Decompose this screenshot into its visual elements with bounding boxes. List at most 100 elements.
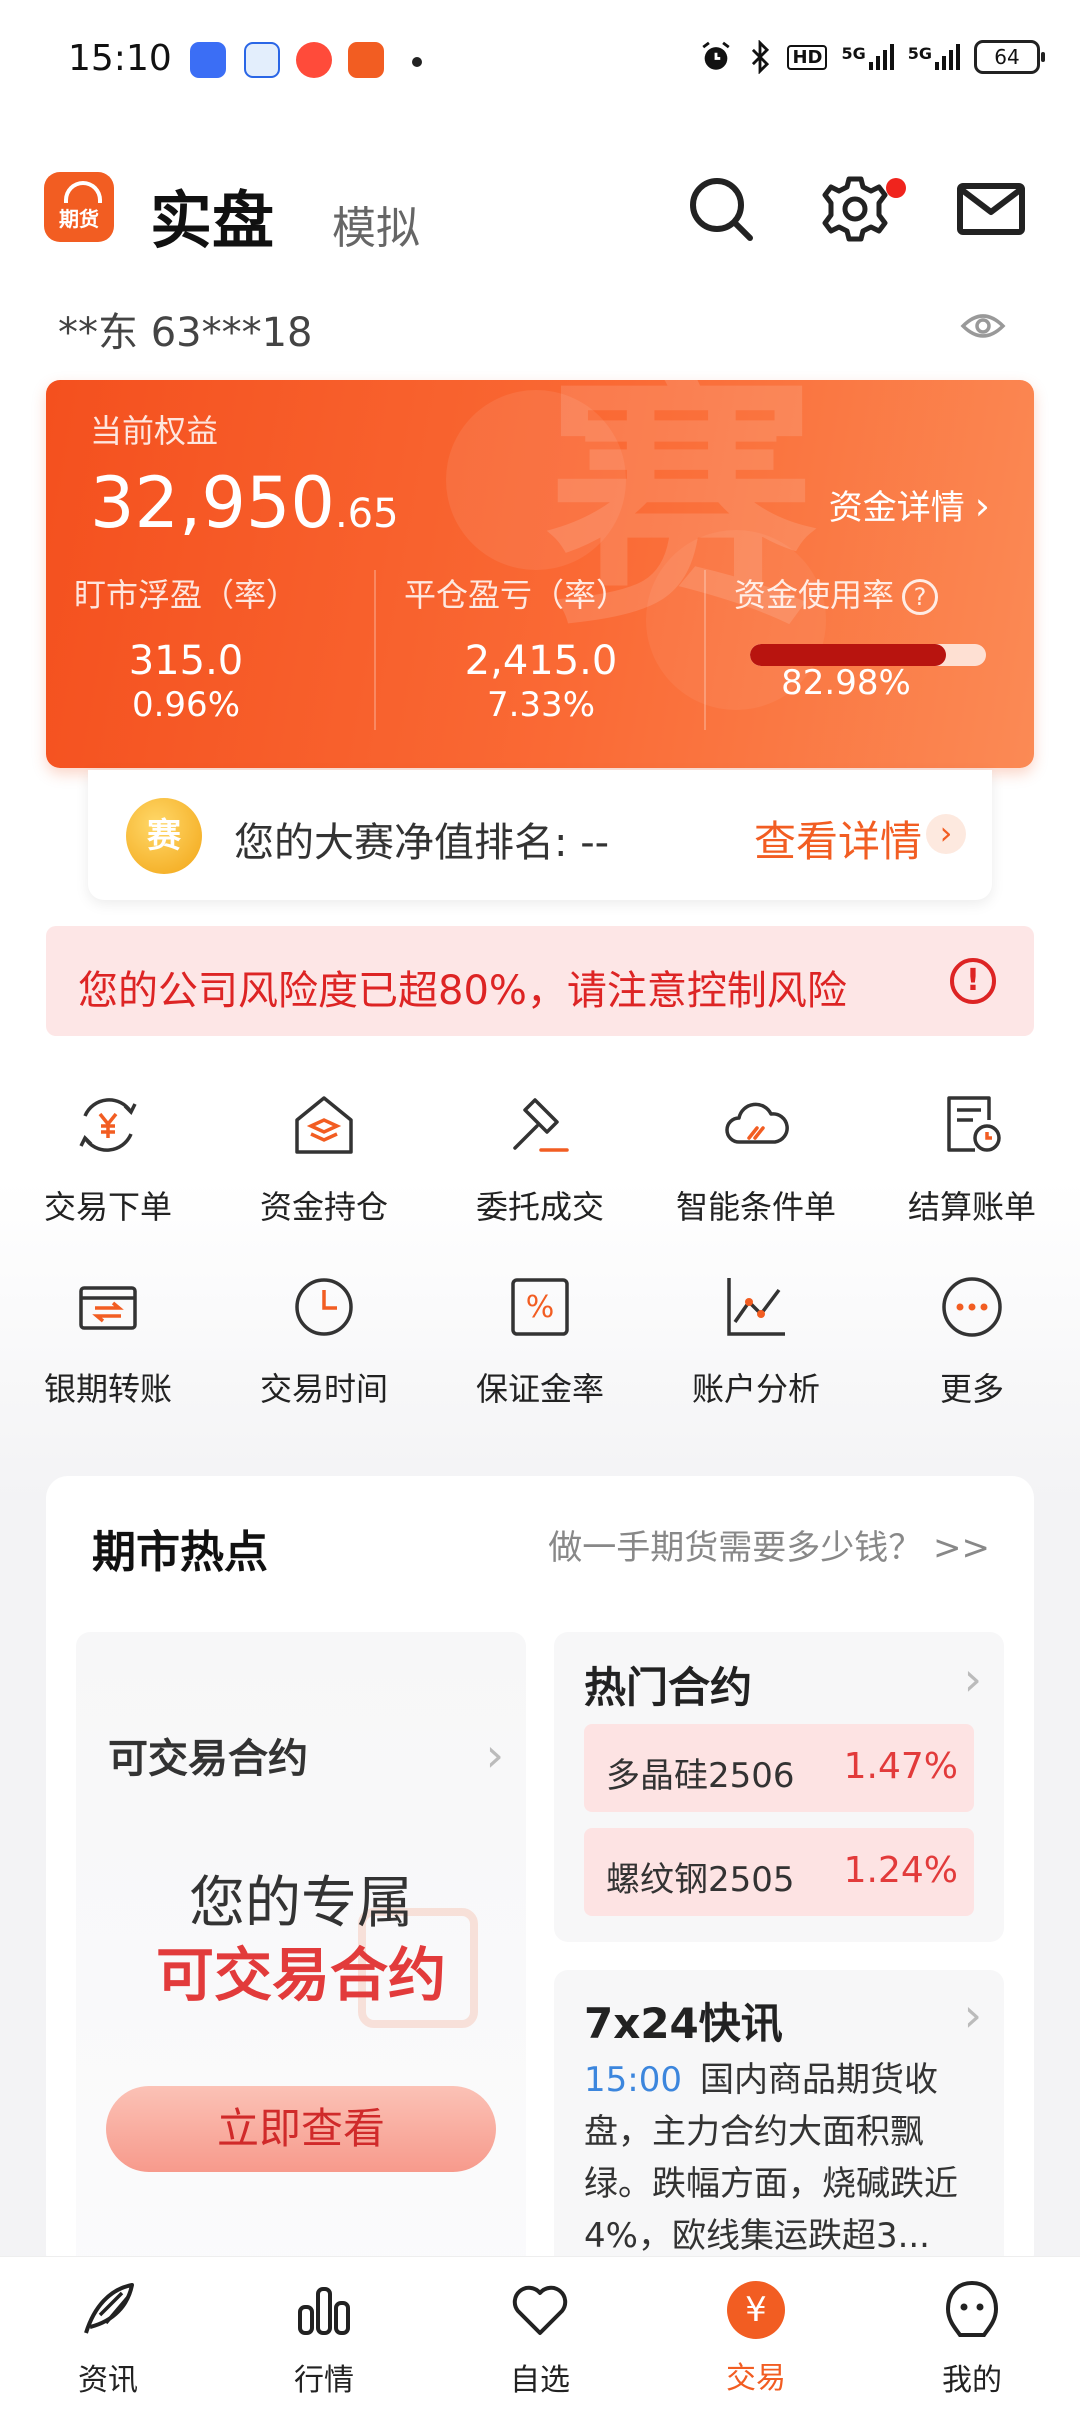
faq-link[interactable]: 做一手期货需要多少钱？ >> xyxy=(548,1520,990,1569)
grid-label: 账户分析 xyxy=(691,1370,820,1408)
signal-icon: 5G xyxy=(841,44,894,70)
gear-icon[interactable] xyxy=(818,172,892,246)
grid-label: 银期转账 xyxy=(43,1370,172,1408)
bar-chart-icon xyxy=(298,2287,350,2335)
svg-text:%: % xyxy=(526,1290,555,1325)
chevron-right-icon[interactable]: › xyxy=(964,1652,982,1706)
contract-change: 1.24% xyxy=(843,1850,958,1891)
bluetooth-icon xyxy=(752,40,770,74)
hot-contracts-title: 热门合约 xyxy=(584,1663,753,1712)
tradable-contracts-card[interactable]: 可交易合约 › 您的专属 可交易合约 立即查看 xyxy=(76,1632,526,2332)
grid-item-orders-trades[interactable]: 委托成交 xyxy=(432,1090,648,1228)
tradable-highlight: 可交易合约 xyxy=(155,1941,446,2009)
nav-label: 交易 xyxy=(726,2361,786,2396)
hd-label: HD xyxy=(787,44,828,70)
app-notification-icon xyxy=(348,42,384,78)
grid-item-more[interactable]: 更多 xyxy=(864,1272,1080,1410)
feather-icon xyxy=(84,2283,134,2334)
battery-icon: 64 xyxy=(974,40,1045,74)
section-title: 期市热点 xyxy=(92,1527,268,1578)
risk-warning: 您的公司风险度已超80%，请注意控制风险 ! xyxy=(46,926,1034,1036)
bottom-nav: 资讯 行情 自选 ¥ 交易 我的 xyxy=(0,2256,1080,2412)
app-logo: 期货 xyxy=(44,172,114,242)
help-icon[interactable]: ? xyxy=(902,579,939,615)
nav-news[interactable]: 资讯 xyxy=(0,2277,216,2399)
app-notification-icon xyxy=(296,42,332,78)
house-stack-icon xyxy=(295,1096,353,1154)
grid-item-account-analysis[interactable]: 账户分析 xyxy=(648,1272,864,1410)
search-icon[interactable] xyxy=(684,172,758,246)
cloud-icon xyxy=(725,1102,789,1144)
grid-item-smart-conditional[interactable]: 智能条件单 xyxy=(648,1090,864,1228)
fund-detail-link[interactable]: 资金详情 xyxy=(829,480,990,529)
news-title: 7x24快讯 xyxy=(584,1999,783,2048)
view-now-button[interactable]: 立即查看 xyxy=(106,2086,496,2172)
close-pnl-label: 平仓盈亏（率） xyxy=(404,576,629,614)
view-details-link[interactable]: 查看详情 xyxy=(754,808,922,869)
market-hot-section: 期市热点 做一手期货需要多少钱？ >> 可交易合约 › 您的专属 可交易合约 立… xyxy=(46,1476,1034,2332)
nav-mine[interactable]: 我的 xyxy=(864,2277,1080,2399)
yen-circle-icon: ¥ xyxy=(727,2281,785,2339)
grid-item-funds-positions[interactable]: 资金持仓 xyxy=(216,1090,432,1228)
grid-item-bank-transfer[interactable]: 银期转账 xyxy=(0,1272,216,1410)
grid-label: 交易时间 xyxy=(259,1370,388,1408)
grid-label: 委托成交 xyxy=(475,1188,604,1226)
nav-watchlist[interactable]: 自选 xyxy=(432,2277,648,2399)
floating-pnl: 盯市浮盈（率） 315.0 0.96% xyxy=(46,570,376,726)
contract-name: 螺纹钢2505 xyxy=(606,1860,795,1900)
grid-item-trading-hours[interactable]: 交易时间 xyxy=(216,1272,432,1410)
tab-real[interactable]: 实盘 xyxy=(150,170,274,260)
gavel-icon xyxy=(513,1098,569,1152)
more-icon xyxy=(942,1277,1002,1337)
grid-label: 智能条件单 xyxy=(675,1188,836,1226)
ranking-card[interactable]: 赛 您的大赛净值排名: -- 查看详情 › xyxy=(88,770,992,900)
clock-icon xyxy=(295,1278,353,1336)
floating-pnl-value: 315.0 xyxy=(128,638,244,684)
status-bar: 15:10 HD 5G 5G 64 xyxy=(0,0,1080,120)
heart-icon xyxy=(512,2285,568,2335)
contest-badge-icon: 赛 xyxy=(126,798,202,874)
grid-label: 结算账单 xyxy=(907,1188,1036,1226)
status-time: 15:10 xyxy=(68,38,172,79)
network-5g-label: 5G xyxy=(907,44,932,63)
notification-dot xyxy=(886,178,906,198)
card-transfer-icon xyxy=(79,1286,137,1330)
equity-card: 赛 当前权益 32,950.65 资金详情 盯市浮盈（率） 315.0 0.96… xyxy=(46,380,1034,768)
fund-usage-rate: 82.98% xyxy=(781,663,911,703)
fund-usage-bar xyxy=(750,644,986,666)
grid-label: 资金持仓 xyxy=(259,1188,388,1226)
news-body: 15:00 国内商品期货收盘，主力合约大面积飘绿。跌幅方面，烧碱跌近4%，欧线集运… xyxy=(584,2054,984,2262)
news-card[interactable]: 7x24快讯 › 15:00 国内商品期货收盘，主力合约大面积飘绿。跌幅方面，烧碱… xyxy=(554,1970,1004,2290)
chevron-right-icon[interactable]: › xyxy=(486,1728,504,1782)
chevron-right-icon[interactable]: › xyxy=(926,814,966,854)
tab-simulated[interactable]: 模拟 xyxy=(332,192,420,256)
network-5g-label: 5G xyxy=(841,44,866,63)
tradable-subtitle: 您的专属 xyxy=(189,1871,413,1936)
nav-trade[interactable]: ¥ 交易 xyxy=(648,2277,864,2397)
grid-item-settlement-bill[interactable]: 结算账单 xyxy=(864,1090,1080,1228)
contract-row[interactable]: 螺纹钢2505 1.24% xyxy=(584,1828,974,1916)
chevron-right-icon[interactable]: › xyxy=(964,1988,982,2042)
nav-label: 自选 xyxy=(510,2363,570,2398)
nav-label: 行情 xyxy=(294,2363,354,2398)
nav-label: 我的 xyxy=(942,2363,1002,2398)
eye-icon[interactable] xyxy=(960,308,1006,344)
line-chart-icon xyxy=(727,1278,785,1336)
grid-item-margin-rate[interactable]: % 保证金率 xyxy=(432,1272,648,1410)
grid-label: 更多 xyxy=(939,1370,1004,1408)
nav-market[interactable]: 行情 xyxy=(216,2277,432,2399)
yen-cycle-icon xyxy=(79,1098,137,1152)
fund-usage-label-text: 资金使用率 xyxy=(734,576,895,614)
hot-contracts-card[interactable]: 热门合约 › 多晶硅2506 1.47% 螺纹钢2505 1.24% xyxy=(554,1632,1004,1942)
equity-value-dec: .65 xyxy=(334,491,399,537)
ranking-text: 您的大赛净值排名: -- xyxy=(234,820,610,866)
mail-icon[interactable] xyxy=(954,172,1028,246)
warning-icon: ! xyxy=(950,958,996,1004)
tradable-title: 可交易合约 xyxy=(108,1736,308,1782)
contract-row[interactable]: 多晶硅2506 1.47% xyxy=(584,1724,974,1812)
grid-item-trade-order[interactable]: 交易下单 xyxy=(0,1090,216,1228)
app-notification-icon xyxy=(190,42,226,78)
bill-clock-icon xyxy=(947,1096,1001,1152)
smiley-icon xyxy=(945,2280,999,2337)
percent-icon: % xyxy=(511,1278,569,1336)
